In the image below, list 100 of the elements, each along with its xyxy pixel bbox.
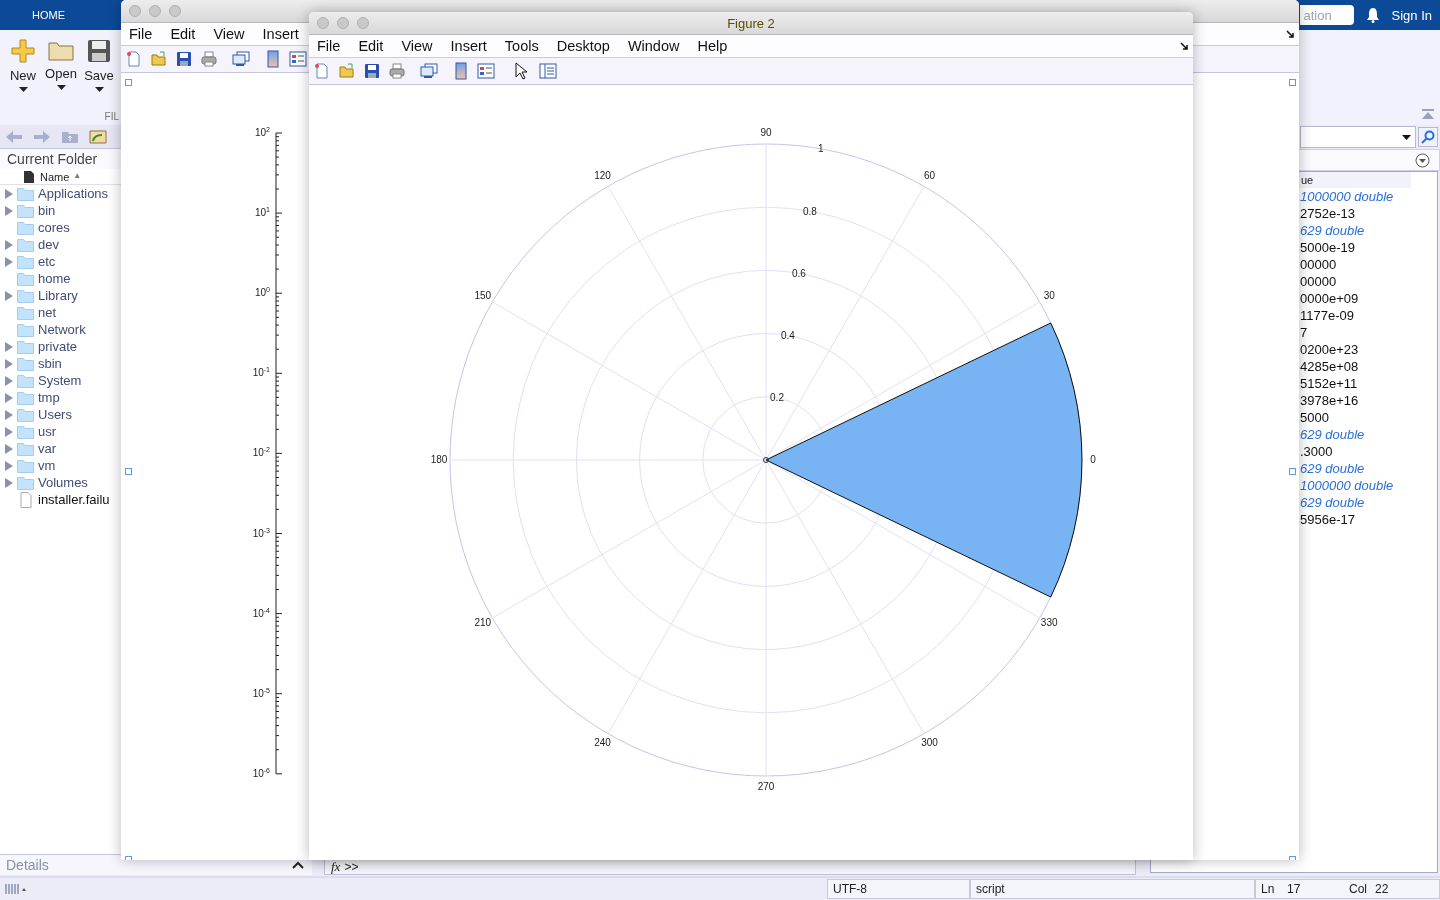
file-name[interactable]: etc	[38, 254, 56, 269]
expand-arrow-icon[interactable]	[5, 290, 13, 301]
window-control[interactable]	[357, 17, 369, 29]
expand-arrow-icon[interactable]	[5, 409, 13, 420]
expand-arrow-icon[interactable]	[5, 358, 13, 369]
panel-title: Details	[6, 857, 49, 873]
menu-item[interactable]: File	[129, 26, 153, 42]
expand-arrow-icon[interactable]	[5, 205, 13, 216]
file-name[interactable]: usr	[38, 424, 57, 439]
folder-icon	[17, 390, 34, 405]
menu-item[interactable]: Desktop	[556, 38, 610, 54]
menu-item[interactable]: Insert	[450, 38, 487, 54]
folder-icon	[17, 220, 34, 235]
file-name[interactable]: Library	[38, 288, 78, 303]
file-name[interactable]: Users	[38, 407, 72, 422]
dock-arrow-icon[interactable]	[1180, 41, 1189, 51]
forward-arrow-icon[interactable]	[33, 129, 51, 144]
menu-item[interactable]: Window	[627, 38, 680, 54]
file-name[interactable]: cores	[38, 220, 70, 235]
selection-handle[interactable]	[1289, 79, 1296, 86]
window-control[interactable]	[169, 5, 181, 17]
search-button[interactable]	[1418, 127, 1438, 147]
file-name[interactable]: installer.failu	[38, 492, 110, 507]
axis-tick-label: 10$^{-6}$	[251, 765, 270, 781]
legend-icon[interactable]	[477, 63, 495, 79]
file-name[interactable]: vm	[38, 458, 56, 473]
file-name[interactable]: private	[38, 339, 78, 354]
angle-label: 300	[921, 736, 938, 748]
expand-arrow-icon[interactable]	[5, 375, 13, 386]
linked-windows-icon[interactable]	[232, 51, 250, 67]
window-control[interactable]	[337, 17, 349, 29]
browse-folder-icon[interactable]	[89, 128, 107, 145]
menu-item[interactable]: File	[317, 38, 341, 54]
open-folder-icon[interactable]	[151, 51, 167, 67]
variable-value: 5000e-19	[1300, 239, 1356, 256]
expand-arrow-icon[interactable]	[5, 426, 13, 437]
window-control[interactable]	[149, 5, 161, 17]
variable-value: 5956e-17	[1300, 511, 1356, 528]
file-name[interactable]: dev	[38, 237, 59, 252]
sign-in-link[interactable]: Sign In	[1391, 7, 1432, 23]
file-name[interactable]: Network	[38, 322, 86, 337]
selection-handle[interactable]	[125, 468, 132, 475]
ribbon-button[interactable]: Save	[82, 38, 116, 92]
ribbon-button[interactable]: New	[6, 38, 40, 92]
expand-arrow-icon[interactable]	[5, 256, 13, 267]
back-arrow-icon[interactable]	[5, 129, 23, 144]
panel-icon[interactable]	[539, 63, 557, 79]
file-name[interactable]: tmp	[38, 390, 60, 405]
search-field[interactable]	[1300, 126, 1416, 148]
axis-tick-label: 10$^{1}$	[253, 205, 270, 220]
colorbar-icon[interactable]	[267, 50, 279, 68]
file-name[interactable]: home	[38, 271, 71, 286]
function-button[interactable]: fx	[331, 859, 341, 875]
menu-item[interactable]: Tools	[504, 38, 539, 54]
expand-arrow-icon[interactable]	[5, 477, 13, 488]
pointer-icon[interactable]	[514, 62, 528, 80]
expand-arrow-icon[interactable]	[5, 341, 13, 352]
legend-icon[interactable]	[289, 51, 307, 67]
expand-arrow-icon[interactable]	[5, 392, 13, 403]
dropdown-circle-icon[interactable]	[1415, 152, 1430, 168]
bell-icon[interactable]	[1365, 7, 1380, 23]
expand-arrow-icon[interactable]	[5, 443, 13, 454]
column-header[interactable]: Name ▲	[40, 170, 82, 183]
expand-arrow-icon[interactable]	[5, 188, 13, 199]
printer-icon[interactable]	[389, 63, 405, 79]
printer-icon[interactable]	[201, 51, 217, 67]
axis-tick-label: 10$^{-1}$	[251, 365, 270, 380]
parent-folder-icon[interactable]	[61, 129, 79, 144]
colorbar-icon[interactable]	[455, 62, 467, 80]
file-name[interactable]: var	[38, 441, 57, 456]
column-number: 22	[1375, 882, 1390, 896]
file-name[interactable]: Applications	[38, 186, 109, 201]
file-name[interactable]: net	[38, 305, 57, 320]
linked-windows-icon[interactable]	[420, 63, 438, 79]
chevron-up-icon[interactable]	[292, 861, 304, 869]
menu-item[interactable]: View	[401, 38, 433, 54]
window-control[interactable]	[129, 5, 141, 17]
menu-item[interactable]: Edit	[170, 26, 196, 42]
menu-item[interactable]: Insert	[262, 26, 299, 42]
selection-handle[interactable]	[1289, 468, 1296, 475]
column-header[interactable]: ue	[1299, 172, 1411, 188]
file-name[interactable]: System	[38, 373, 82, 388]
new-document-icon[interactable]	[314, 63, 330, 79]
file-name[interactable]: bin	[38, 203, 56, 218]
menu-item[interactable]: View	[213, 26, 245, 42]
collapse-icon[interactable]	[1422, 109, 1434, 119]
plus-icon	[10, 38, 36, 64]
menu-item[interactable]: Edit	[358, 38, 384, 54]
expand-arrow-icon[interactable]	[5, 460, 13, 471]
new-document-icon[interactable]	[126, 51, 142, 67]
dock-arrow-icon[interactable]	[1286, 29, 1295, 39]
file-name[interactable]: sbin	[38, 356, 62, 371]
open-folder-icon[interactable]	[339, 63, 355, 79]
file-name[interactable]: Volumes	[38, 475, 88, 490]
ribbon-button[interactable]: Open	[44, 38, 78, 92]
window-control[interactable]	[317, 17, 329, 29]
grip-icon[interactable]	[5, 883, 27, 895]
expand-arrow-icon[interactable]	[5, 239, 13, 250]
menu-item[interactable]: Help	[697, 38, 728, 54]
selection-handle[interactable]	[125, 79, 132, 86]
